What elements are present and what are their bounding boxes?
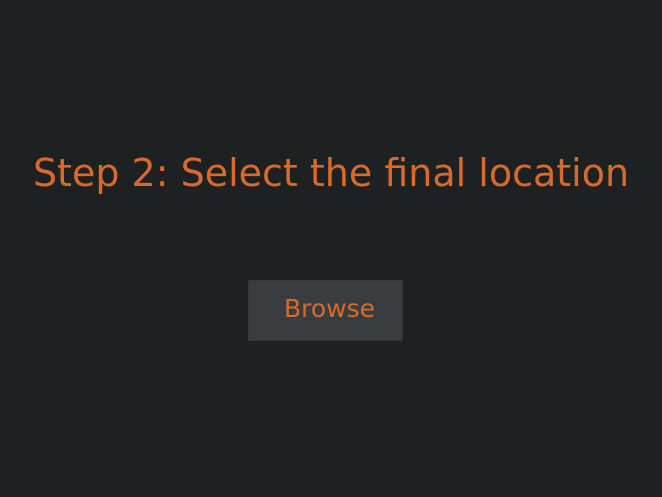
wizard-window: Step 2: Select the final location Browse bbox=[0, 0, 662, 497]
browse-button[interactable]: Browse bbox=[248, 280, 403, 341]
step-title: Step 2: Select the final location bbox=[32, 151, 630, 195]
